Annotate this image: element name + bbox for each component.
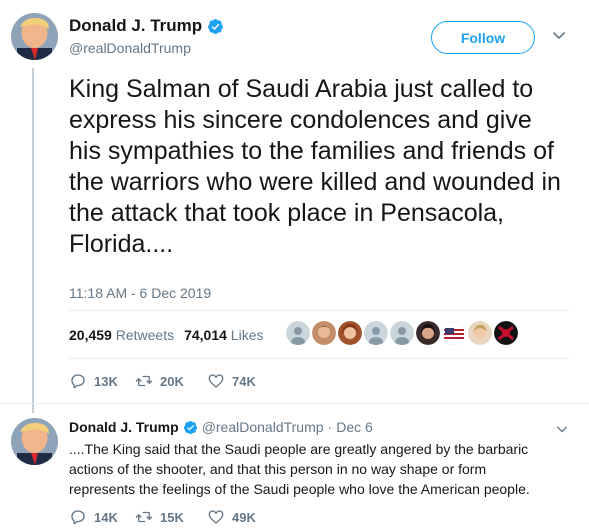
reply-author-avatar[interactable] [11,418,58,465]
author-handle[interactable]: @realDonaldTrump [69,40,191,56]
like-count: 49K [232,509,256,525]
reply-header: Donald J. Trump @realDonaldTrump · Dec 6 [69,419,373,435]
author-name-text[interactable]: Donald J. Trump [69,16,202,36]
reply-author-handle[interactable]: @realDonaldTrump [202,419,324,435]
retweets-count: 20,459 [69,327,112,343]
like-button[interactable]: 74K [207,372,256,390]
retweet-count: 20K [160,373,184,389]
follow-button[interactable]: Follow [431,21,535,54]
tweet-actions: 13K 20K 74K [69,372,256,390]
author-avatar[interactable] [11,13,58,60]
retweet-button[interactable]: 15K [135,508,207,526]
like-button[interactable]: 49K [207,508,256,526]
reply-count: 14K [94,509,118,525]
reply-author-name[interactable]: Donald J. Trump [69,419,179,435]
reply-tweet-text: ....The King said that the Saudi people … [69,441,530,497]
heart-icon [208,374,224,388]
divider [69,310,569,311]
liker-avatar[interactable] [338,321,362,345]
verified-badge-icon [208,18,224,34]
reply-button[interactable]: 14K [69,508,135,526]
liker-avatar[interactable] [312,321,336,345]
tweet-text: King Salman of Saudi Arabia just called … [69,75,561,258]
heart-icon [208,510,224,524]
liker-avatar[interactable] [364,321,388,345]
reply-date[interactable]: Dec 6 [336,419,373,435]
retweets-stat[interactable]: 20,459 Retweets [69,327,174,343]
liker-avatar[interactable] [442,321,466,345]
liker-avatar[interactable] [494,321,518,345]
liker-avatar[interactable] [286,321,310,345]
chevron-down-icon[interactable] [552,28,566,42]
retweet-icon [135,511,153,523]
liker-avatar[interactable] [468,321,492,345]
retweet-button[interactable]: 20K [135,372,207,390]
author-name[interactable]: Donald J. Trump [69,16,224,36]
engagement-stats: 20,459 Retweets 74,014 Likes [69,327,263,343]
reply-icon [71,510,85,525]
liker-avatars [286,321,518,345]
reply-tweet-actions: 14K 15K 49K [69,508,256,526]
header-separator: · [327,419,333,435]
reply-count: 13K [94,373,118,389]
divider [69,358,569,359]
reply-icon [71,374,85,389]
tweet-timestamp[interactable]: 11:18 AM - 6 Dec 2019 [69,285,211,301]
thread-connector-line [32,68,34,413]
reply-button[interactable]: 13K [69,372,135,390]
liker-avatar[interactable] [390,321,414,345]
retweet-icon [135,375,153,387]
liker-avatar[interactable] [416,321,440,345]
tweet-separator [0,403,589,404]
likes-count: 74,014 [184,327,227,343]
verified-badge-icon [183,420,197,434]
like-count: 74K [232,373,256,389]
chevron-down-icon[interactable] [556,423,568,435]
retweet-count: 15K [160,509,184,525]
likes-stat[interactable]: 74,014 Likes [184,327,263,343]
retweets-label: Retweets [115,327,175,343]
likes-label: Likes [230,327,264,343]
